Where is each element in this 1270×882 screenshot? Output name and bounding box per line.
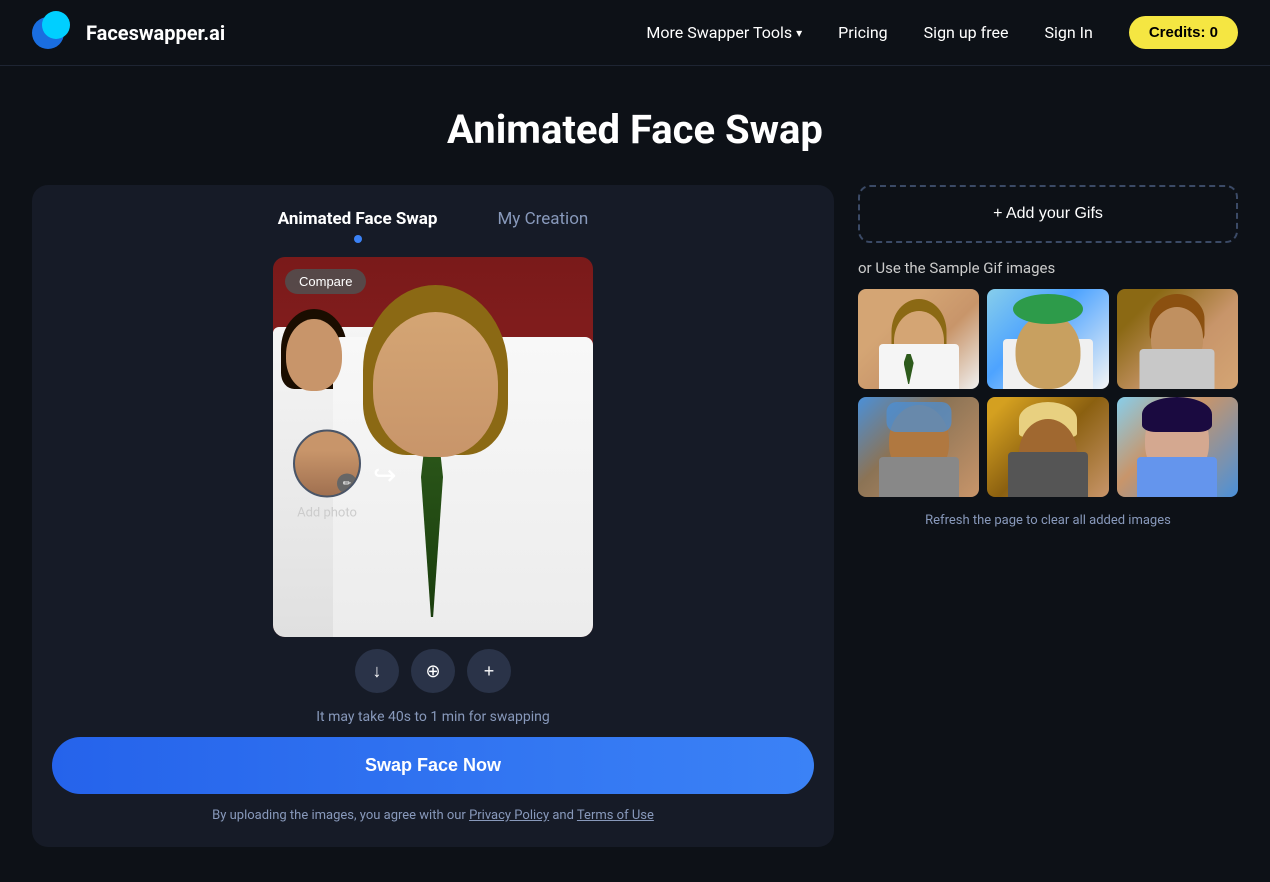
nav-pricing[interactable]: Pricing xyxy=(838,23,888,42)
add-button[interactable]: + xyxy=(467,649,511,693)
left-panel: Animated Face Swap My Creation ✏ Add pho… xyxy=(32,185,834,847)
preview-container: ✏ Add photo ↪ xyxy=(273,257,593,693)
refresh-note: Refresh the page to clear all added imag… xyxy=(858,513,1238,528)
credits-button[interactable]: Credits: 0 xyxy=(1129,16,1238,49)
sample-thumb-1[interactable] xyxy=(858,289,979,389)
compare-button[interactable]: Compare xyxy=(285,269,366,294)
swap-face-button[interactable]: Swap Face Now xyxy=(52,737,814,794)
page-title: Animated Face Swap xyxy=(32,106,1238,153)
sample-thumb-2[interactable] xyxy=(987,289,1108,389)
add-photo-area: ✏ Add photo xyxy=(293,430,361,521)
logo-text: Faceswapper.ai xyxy=(86,21,225,45)
logo-icon xyxy=(32,11,76,55)
nav-signin[interactable]: Sign In xyxy=(1044,23,1092,42)
tab-bar: Animated Face Swap My Creation xyxy=(32,185,834,237)
main-nav: More Swapper Tools ▾ Pricing Sign up fre… xyxy=(646,16,1238,49)
zoom-button[interactable]: ⊕ xyxy=(411,649,455,693)
nav-signup[interactable]: Sign up free xyxy=(924,23,1009,42)
nav-tools[interactable]: More Swapper Tools ▾ xyxy=(646,23,802,42)
download-button[interactable]: ↓ xyxy=(355,649,399,693)
add-photo-label: Add photo xyxy=(297,506,357,521)
terms-of-use-link[interactable]: Terms of Use xyxy=(577,808,654,823)
tab-my-creation[interactable]: My Creation xyxy=(497,209,588,237)
header: Faceswapper.ai More Swapper Tools ▾ Pric… xyxy=(0,0,1270,66)
tab-animated-face-swap[interactable]: Animated Face Swap xyxy=(278,209,438,237)
content-layout: Animated Face Swap My Creation ✏ Add pho… xyxy=(32,185,1238,847)
main-content: Animated Face Swap Animated Face Swap My… xyxy=(0,66,1270,867)
sample-gif-grid xyxy=(858,289,1238,497)
privacy-policy-link[interactable]: Privacy Policy xyxy=(469,808,549,823)
pencil-icon[interactable]: ✏ xyxy=(337,474,357,494)
sample-thumb-5[interactable] xyxy=(987,397,1108,497)
add-gif-button[interactable]: + Add your Gifs xyxy=(858,185,1238,243)
arrow-indicator: ↪ xyxy=(373,459,396,492)
legal-note: By uploading the images, you agree with … xyxy=(32,808,834,823)
gif-controls: ↓ ⊕ + xyxy=(273,649,593,693)
chevron-down-icon: ▾ xyxy=(796,26,802,40)
add-photo-button[interactable]: ✏ xyxy=(293,430,361,498)
sample-thumb-6[interactable] xyxy=(1117,397,1238,497)
sample-thumb-3[interactable] xyxy=(1117,289,1238,389)
right-panel: + Add your Gifs or Use the Sample Gif im… xyxy=(858,185,1238,528)
sample-label: or Use the Sample Gif images xyxy=(858,259,1238,277)
logo[interactable]: Faceswapper.ai xyxy=(32,11,225,55)
sample-thumb-4[interactable] xyxy=(858,397,979,497)
timing-note: It may take 40s to 1 min for swapping xyxy=(32,709,834,725)
